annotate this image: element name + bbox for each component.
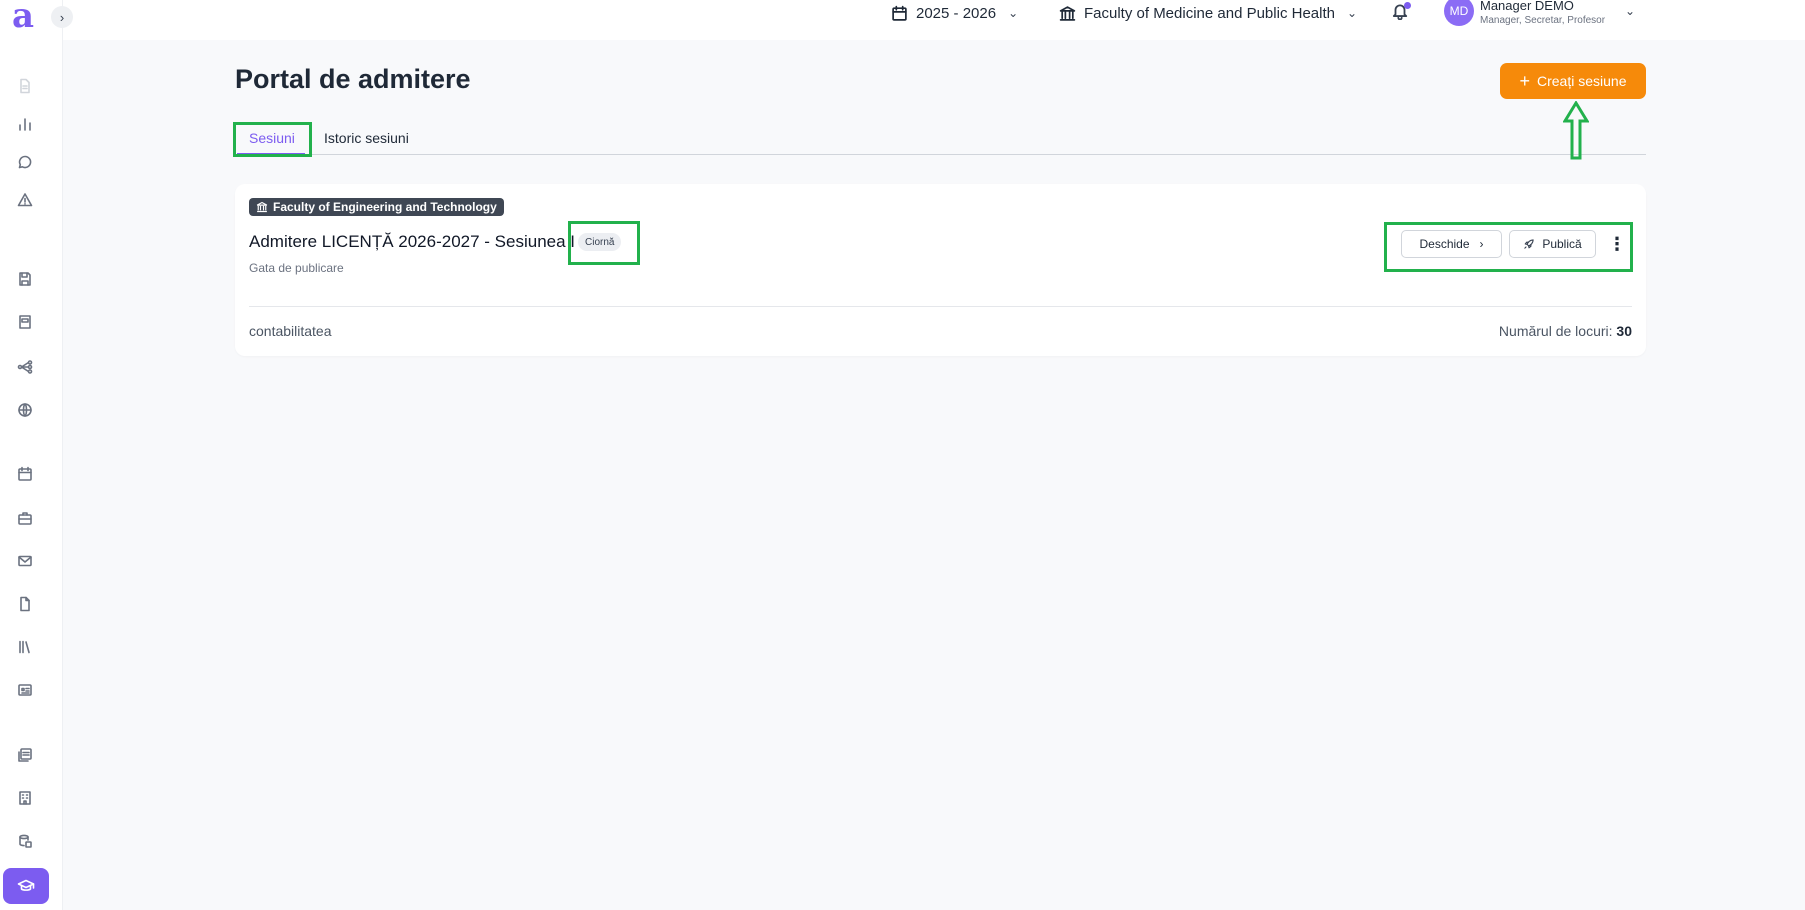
tabs: Sesiuni Istoric sesiuni: [235, 122, 1646, 155]
sidebar-collapse-button[interactable]: ›: [51, 6, 73, 28]
sidebar-item-calendar[interactable]: [13, 462, 37, 486]
sidebar-item-reports[interactable]: [13, 743, 37, 767]
institution-icon: [256, 201, 268, 213]
briefcase-icon: [18, 512, 32, 525]
faculty-label: Faculty of Medicine and Public Health: [1084, 4, 1335, 22]
tab-session-history[interactable]: Istoric sesiuni: [324, 130, 409, 146]
app-logo[interactable]: a: [12, 0, 34, 36]
sidebar-item-statistics[interactable]: [13, 112, 37, 136]
chat-icon: [18, 155, 32, 169]
faculty-selector[interactable]: Faculty of Medicine and Public Health ⌄: [1059, 0, 1357, 26]
academic-year-label: 2025 - 2026: [916, 4, 997, 22]
more-options-icon[interactable]: ⋮: [1607, 230, 1627, 258]
graduation-cap-icon: [17, 879, 35, 891]
status-badge: Ciornă: [578, 233, 622, 251]
open-session-label: Deschide: [1419, 237, 1470, 251]
save-icon: [19, 272, 31, 286]
id-card-icon: [18, 684, 32, 696]
document-icon: [20, 78, 30, 94]
page-title: Portal de admitere: [235, 64, 471, 94]
globe-icon: [18, 403, 32, 417]
mail-icon: [18, 555, 32, 567]
reports-icon: [18, 748, 32, 762]
sidebar-item-messages[interactable]: [13, 150, 37, 174]
publish-session-label: Publică: [1542, 237, 1582, 251]
session-status-text: Gata de publicare: [249, 261, 344, 275]
active-tab-indicator: [237, 153, 305, 155]
sidebar-item-international[interactable]: [13, 398, 37, 422]
chevron-down-icon: ⌄: [1346, 6, 1358, 20]
warning-icon: [17, 193, 33, 207]
calendar-icon: [892, 5, 907, 21]
sidebar-item-jobs[interactable]: [13, 506, 37, 530]
book-icon: [19, 315, 31, 329]
create-session-label: Creați sesiune: [1537, 73, 1627, 89]
user-menu-chevron-down-icon[interactable]: ⌄: [1625, 4, 1635, 18]
chevron-right-icon: ›: [59, 9, 65, 25]
sidebar-item-database[interactable]: [13, 829, 37, 853]
session-card: Faculty of Engineering and Technology Ad…: [235, 184, 1646, 356]
card-divider: [249, 306, 1632, 307]
sidebar-item-alerts[interactable]: [13, 188, 37, 212]
sidebar-item-records[interactable]: [13, 267, 37, 291]
sidebar-item-workflow[interactable]: [13, 355, 37, 379]
bar-chart-icon: [19, 118, 31, 131]
user-roles: Manager, Secretar, Profesor: [1480, 15, 1606, 26]
faculty-badge: Faculty of Engineering and Technology: [249, 198, 504, 216]
sidebar-item-files[interactable]: [13, 592, 37, 616]
places-label: Numărul de locuri:: [1498, 323, 1613, 339]
places-count: Numărul de locuri: 30: [1499, 323, 1632, 339]
user-name[interactable]: Manager DEMO: [1480, 0, 1574, 13]
sidebar-item-documents[interactable]: [13, 74, 37, 98]
faculty-badge-label: Faculty of Engineering and Technology: [273, 200, 497, 214]
notification-dot: [1404, 2, 1411, 9]
user-avatar[interactable]: MD: [1444, 0, 1474, 26]
create-session-button[interactable]: + Creați sesiune: [1500, 63, 1646, 99]
department-label: contabilitatea: [249, 323, 332, 339]
notifications-button[interactable]: [1391, 2, 1413, 24]
academic-year-selector[interactable]: 2025 - 2026 ⌄: [891, 0, 1018, 26]
publish-session-button[interactable]: Publică: [1509, 230, 1596, 258]
rocket-icon: [1524, 239, 1534, 249]
arrow-up-annotation: [1563, 101, 1589, 160]
calendar-icon: [18, 466, 32, 481]
chevron-right-icon: ›: [1479, 237, 1484, 251]
session-title: Admitere LICENȚĂ 2026-2027 - Sesiunea I: [249, 232, 576, 251]
chevron-down-icon: ⌄: [1008, 6, 1019, 20]
sidebar-item-library[interactable]: [13, 635, 37, 659]
sidebar: a ›: [0, 0, 73, 910]
open-session-button[interactable]: Deschide ›: [1401, 230, 1502, 258]
sidebar-item-mail[interactable]: [13, 549, 37, 573]
sidebar-item-catalog[interactable]: [13, 310, 37, 334]
sidebar-item-cards[interactable]: [13, 678, 37, 702]
plus-icon: +: [1519, 71, 1530, 91]
sidebar-item-buildings[interactable]: [13, 786, 37, 810]
file-icon: [20, 596, 30, 612]
tab-sessions[interactable]: Sesiuni: [249, 130, 295, 146]
building-icon: [19, 791, 31, 805]
places-value: 30: [1616, 323, 1632, 339]
library-icon: [19, 640, 30, 654]
workflow-icon: [17, 360, 33, 374]
institution-icon: [1059, 5, 1076, 21]
database-icon: [19, 834, 32, 848]
top-bar: 2025 - 2026 ⌄ Faculty of Medicine and Pu…: [63, 0, 1805, 40]
sidebar-item-admissions[interactable]: [3, 868, 49, 904]
